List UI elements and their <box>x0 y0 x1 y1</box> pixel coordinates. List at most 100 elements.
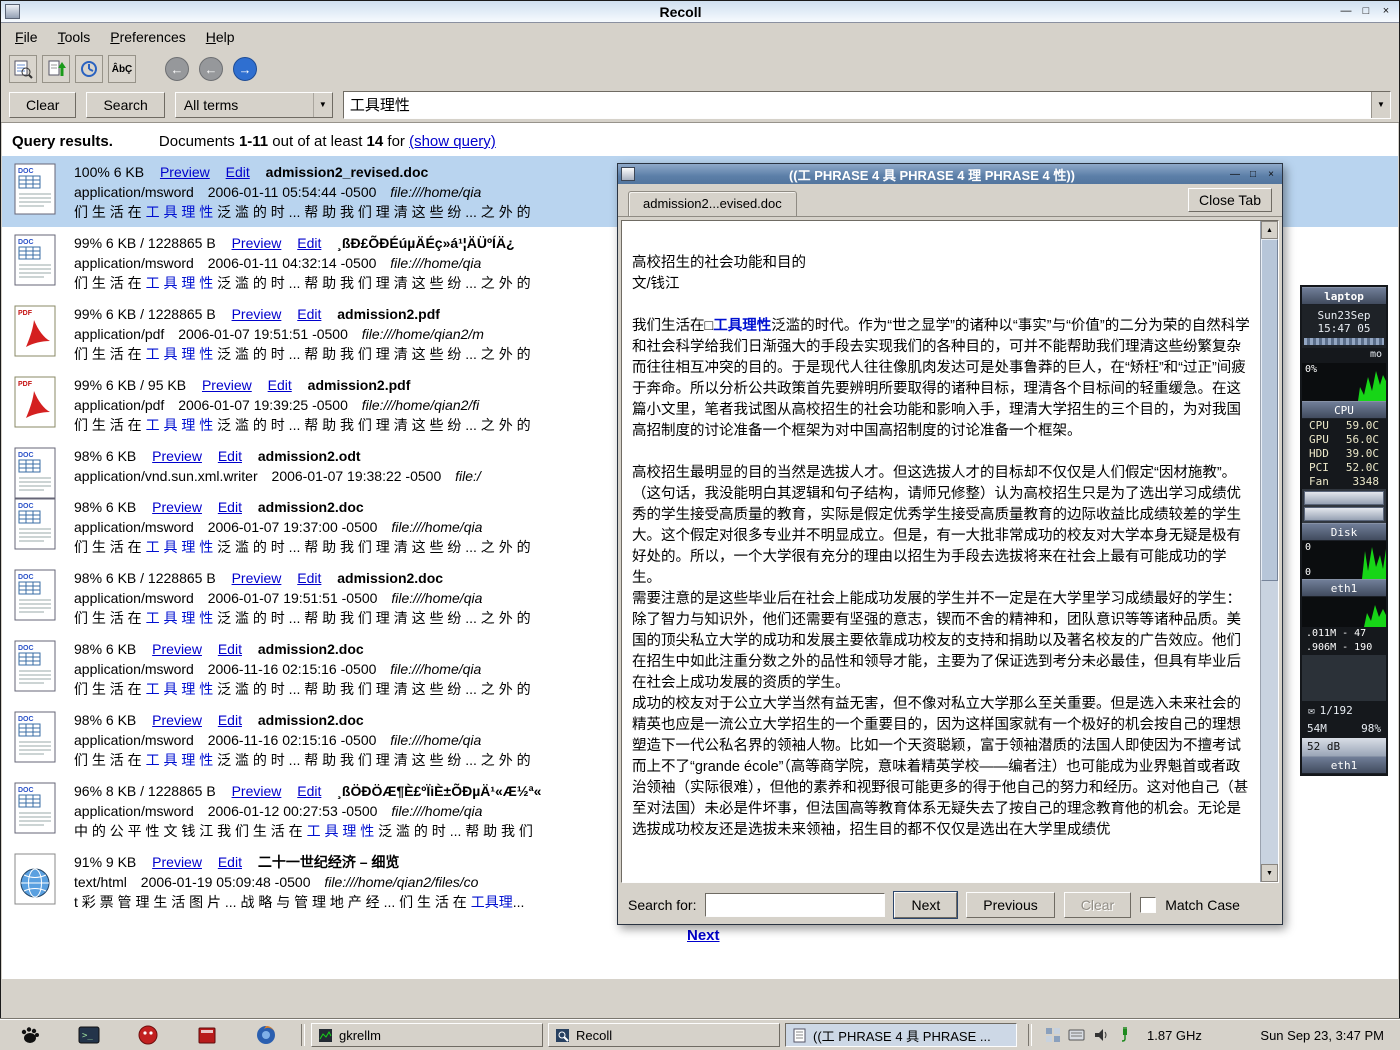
volume-speaker-icon[interactable] <box>1092 1027 1109 1044</box>
preview-close-icon[interactable]: × <box>1263 167 1279 181</box>
minimize-icon[interactable]: — <box>1337 4 1355 19</box>
doc-file-icon: DOC <box>14 498 58 552</box>
show-query-link[interactable]: (show query) <box>409 133 496 150</box>
svg-text:DOC: DOC <box>18 787 34 794</box>
term-explorer-button[interactable]: ÂbÇ <box>108 55 136 83</box>
preview-link[interactable]: Preview <box>152 712 202 728</box>
menu-file[interactable]: File <box>5 24 48 50</box>
preview-window-menu-icon[interactable] <box>621 167 635 181</box>
search-mode-select[interactable]: All terms ▼ <box>175 92 333 118</box>
preview-link[interactable]: Preview <box>160 164 210 180</box>
gkrellm-volume[interactable]: 52 dB <box>1302 738 1386 756</box>
edit-link[interactable]: Edit <box>218 448 242 464</box>
snippet-segment: ... <box>513 894 525 910</box>
preview-link[interactable]: Preview <box>232 306 282 322</box>
result-mimetype: application/msword <box>74 732 194 748</box>
search-history-icon[interactable]: ▼ <box>1371 92 1390 118</box>
preview-link[interactable]: Preview <box>152 641 202 657</box>
mail-count: 1/192 <box>1320 704 1353 717</box>
scroll-down-icon[interactable]: ▼ <box>1261 864 1278 882</box>
taskbar-clock[interactable]: Sun Sep 23, 3:47 PM <box>1244 1028 1400 1043</box>
menu-preferences[interactable]: Preferences <box>100 24 196 50</box>
gkrellm-mail[interactable]: ✉ 1/192 <box>1302 701 1386 720</box>
query-details-button[interactable] <box>9 55 37 83</box>
red-book-icon[interactable] <box>195 1023 219 1047</box>
previous-page-button[interactable]: ← <box>199 57 223 81</box>
clear-button[interactable]: Clear <box>9 92 76 118</box>
search-input[interactable] <box>344 92 1371 118</box>
result-title: admission2.doc <box>337 570 443 586</box>
close-tab-button[interactable]: Close Tab <box>1188 188 1272 212</box>
preview-link[interactable]: Preview <box>232 570 282 586</box>
first-page-button[interactable]: ← <box>165 57 189 81</box>
find-clear-button[interactable]: Clear <box>1064 892 1131 918</box>
sensor-row: PCI52.0C <box>1302 461 1386 475</box>
search-button[interactable]: Search <box>86 92 164 118</box>
gkrellm-hostname[interactable]: laptop <box>1302 287 1386 305</box>
edit-link[interactable]: Edit <box>218 641 242 657</box>
scrollbar-track[interactable] <box>1261 581 1278 864</box>
find-next-button[interactable]: Next <box>894 892 957 918</box>
preview-window-title: ((工 PHRASE 4 具 PHRASE 4 理 PHRASE 4 性)) <box>639 165 1225 184</box>
task-button-gkrellm[interactable]: gkrellm <box>311 1023 543 1047</box>
task-button-preview[interactable]: ((工 PHRASE 4 具 PHRASE ... <box>785 1023 1017 1047</box>
window-maker-paw-icon[interactable] <box>18 1023 42 1047</box>
task-button-recoll[interactable]: Recoll <box>548 1023 780 1047</box>
preview-link[interactable]: Preview <box>152 854 202 870</box>
gkrellm-task-icon <box>318 1028 333 1043</box>
find-previous-button[interactable]: Previous <box>966 892 1054 918</box>
next-results-link[interactable]: Next <box>687 927 720 944</box>
gkrellm-eth-label[interactable]: eth1 <box>1302 579 1386 597</box>
preview-titlebar[interactable]: ((工 PHRASE 4 具 PHRASE 4 理 PHRASE 4 性)) —… <box>618 164 1282 184</box>
menu-help[interactable]: Help <box>196 24 245 50</box>
terminal-icon[interactable]: >_ <box>77 1023 101 1047</box>
close-icon[interactable]: × <box>1377 4 1395 19</box>
preview-minimize-icon[interactable]: — <box>1227 167 1243 181</box>
maximize-icon[interactable]: □ <box>1357 4 1375 19</box>
scroll-up-icon[interactable]: ▲ <box>1261 221 1278 239</box>
preview-link[interactable]: Preview <box>152 448 202 464</box>
find-input[interactable] <box>705 893 885 917</box>
gkrellm-memory[interactable]: 54M 98% <box>1302 720 1386 738</box>
workspace-grid-icon[interactable] <box>1044 1027 1061 1044</box>
edit-link[interactable]: Edit <box>218 854 242 870</box>
firefox-icon[interactable] <box>254 1023 278 1047</box>
edit-link[interactable]: Edit <box>297 235 321 251</box>
gkrellm-cpu-label[interactable]: CPU <box>1302 401 1386 419</box>
launcher-area: >_ <box>0 1023 295 1047</box>
preview-link[interactable]: Preview <box>232 783 282 799</box>
edit-link[interactable]: Edit <box>226 164 250 180</box>
menu-tools[interactable]: Tools <box>48 24 101 50</box>
sort-by-date-button[interactable] <box>42 55 70 83</box>
main-titlebar[interactable]: Recoll — □ × <box>1 1 1399 23</box>
taskbar: >_ gkrellm Recoll ((工 PHRASE 4 具 PHRASE … <box>0 1019 1400 1050</box>
gkrellm-disk-label[interactable]: Disk <box>1302 523 1386 541</box>
keyboard-layout-icon[interactable] <box>1068 1027 1085 1044</box>
history-button[interactable] <box>75 55 103 83</box>
edit-link[interactable]: Edit <box>297 570 321 586</box>
svg-text:DOC: DOC <box>18 503 34 510</box>
gkrellm-clock[interactable]: Sun23Sep 15:47 05 <box>1302 305 1386 348</box>
preview-link[interactable]: Preview <box>152 499 202 515</box>
preview-text[interactable]: 高校招生的社会功能和目的文/钱江我们生活在□工具理性泛滥的时代。作为“世之显学”… <box>622 221 1260 882</box>
preview-maximize-icon[interactable]: □ <box>1245 167 1261 181</box>
edit-link[interactable]: Edit <box>297 306 321 322</box>
gkrellm-eth-footer[interactable]: eth1 <box>1302 756 1386 774</box>
doc-file-icon: DOC <box>14 711 58 765</box>
preview-link[interactable]: Preview <box>232 235 282 251</box>
window-menu-icon[interactable] <box>5 4 20 19</box>
scrollbar-thumb[interactable] <box>1261 239 1278 581</box>
next-page-button[interactable]: → <box>233 57 257 81</box>
edit-link[interactable]: Edit <box>268 377 292 393</box>
preview-link[interactable]: Preview <box>202 377 252 393</box>
edit-link[interactable]: Edit <box>218 499 242 515</box>
edit-link[interactable]: Edit <box>297 783 321 799</box>
preview-tab[interactable]: admission2...evised.doc <box>628 191 797 216</box>
edit-link[interactable]: Edit <box>218 712 242 728</box>
power-plug-icon[interactable] <box>1116 1027 1133 1044</box>
chevron-down-icon[interactable]: ▼ <box>313 93 332 117</box>
preview-scrollbar[interactable]: ▲ ▼ <box>1260 221 1278 882</box>
preview-paragraph: 成功的校友对于公立大学当然有益无害，但不像对私立大学那么至关重要。但是选入未来社… <box>632 694 1254 841</box>
red-app-icon[interactable] <box>136 1023 160 1047</box>
match-case-checkbox[interactable] <box>1140 897 1156 913</box>
